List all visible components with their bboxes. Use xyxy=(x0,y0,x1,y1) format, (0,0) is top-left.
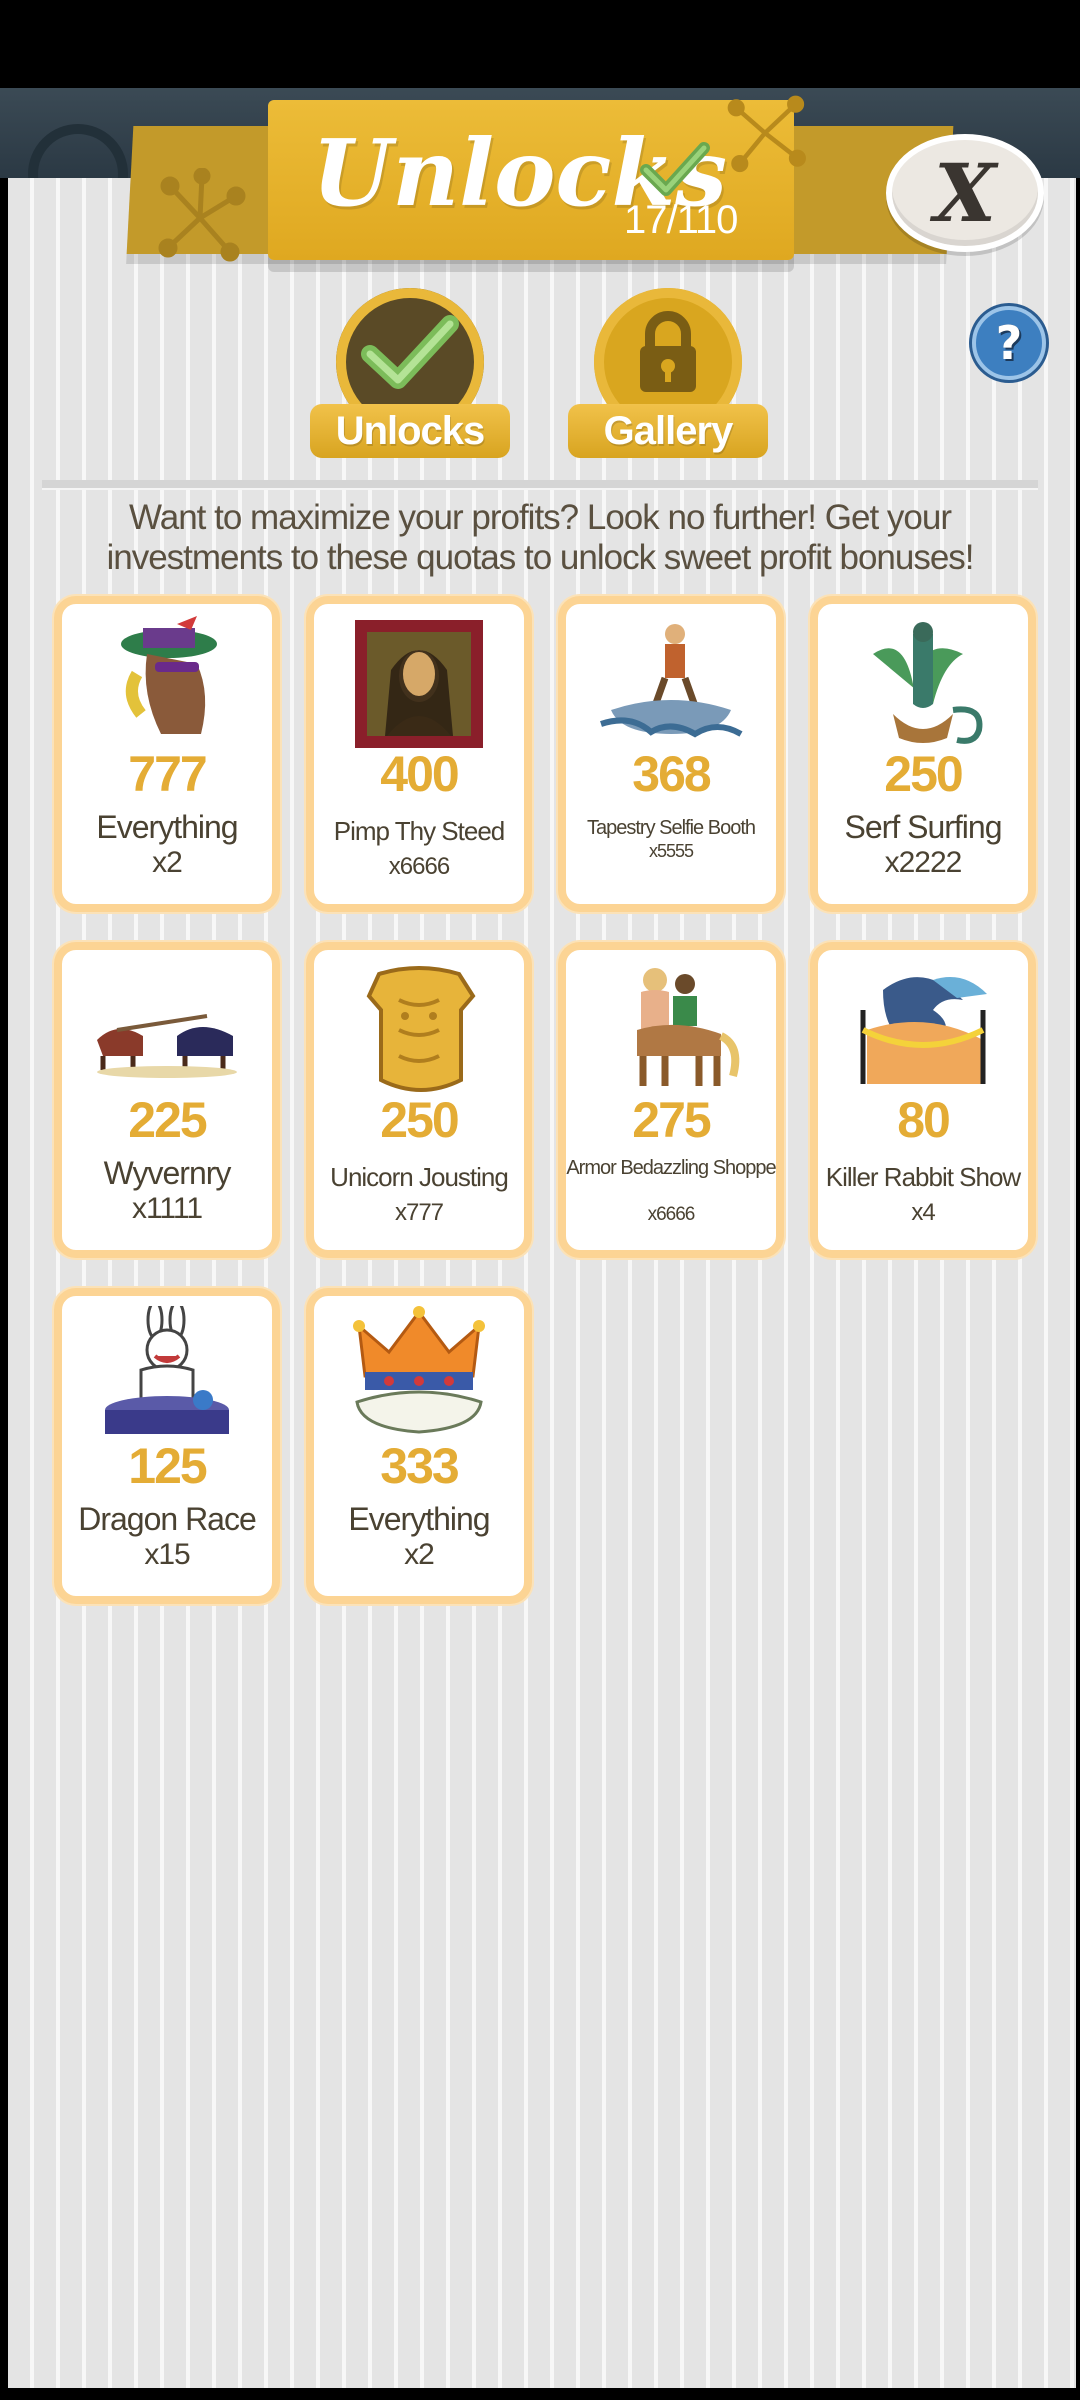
unlock-card[interactable]: 80 Killer Rabbit Show x4 xyxy=(810,942,1036,1258)
unlock-threshold: 333 xyxy=(380,1438,459,1494)
unlock-multiplier: x1111 xyxy=(131,1192,203,1225)
armor-art xyxy=(366,966,476,1092)
unlock-card[interactable]: 250 Unicorn Jousting x777 xyxy=(306,942,532,1258)
dragon-start-art xyxy=(860,977,987,1084)
unlock-name: Killer Rabbit Show xyxy=(825,1162,1021,1192)
unlock-count: 17/110 xyxy=(624,198,738,242)
lock-icon xyxy=(640,311,696,392)
unlock-name: Pimp Thy Steed xyxy=(333,816,506,846)
close-button[interactable]: X xyxy=(886,134,1044,252)
unlock-multiplier: x6666 xyxy=(388,853,450,880)
unlock-threshold: 400 xyxy=(380,746,459,802)
unlock-threshold: 250 xyxy=(380,1092,459,1148)
unlock-name: Tapestry Selfie Booth xyxy=(587,817,756,839)
starburst-icon xyxy=(158,168,246,262)
help-icon: ? xyxy=(995,316,1023,370)
unlock-multiplier: x2 xyxy=(404,1538,435,1571)
unlock-card[interactable]: 225 Wyvernry x1111 xyxy=(54,942,280,1258)
rabbit-podium-art xyxy=(105,1306,229,1434)
starburst-icon xyxy=(727,95,806,173)
unlock-threshold: 368 xyxy=(632,746,711,802)
crown-art xyxy=(353,1306,485,1434)
unlock-threshold: 125 xyxy=(128,1438,207,1494)
close-icon: X xyxy=(933,146,997,240)
unlock-card[interactable]: 125 Dragon Race x15 xyxy=(54,1288,280,1604)
unlock-name: Everything xyxy=(96,809,238,845)
unlock-multiplier: x15 xyxy=(144,1538,190,1571)
unlock-name: Everything xyxy=(348,1501,490,1537)
unlock-threshold: 777 xyxy=(128,746,207,802)
status-bar xyxy=(0,0,1080,88)
check-icon xyxy=(361,315,459,389)
help-button[interactable]: ? xyxy=(972,306,1046,380)
divider xyxy=(42,480,1038,490)
serf-surf-art xyxy=(600,624,743,738)
unlock-card[interactable]: 400 Pimp Thy Steed x6666 xyxy=(306,596,532,912)
centaur-art xyxy=(637,968,740,1086)
unlock-multiplier: x5555 xyxy=(648,841,694,861)
unlock-name: Dragon Race xyxy=(78,1501,257,1537)
unlock-threshold: 225 xyxy=(128,1092,207,1148)
unlock-name: Unicorn Jousting xyxy=(330,1162,509,1192)
unlock-multiplier: x2 xyxy=(152,846,183,879)
mona-lisa-art xyxy=(355,620,483,748)
unlock-name: Wyvernry xyxy=(103,1155,232,1191)
intro-text: Want to maximize your profits? Look no f… xyxy=(106,498,974,577)
unlock-threshold: 80 xyxy=(897,1092,951,1148)
unlock-name: Armor Bedazzling Shoppe xyxy=(566,1157,776,1179)
jousting-art xyxy=(97,1014,237,1078)
horse-hat-art xyxy=(121,616,217,734)
tab-gallery-label: Gallery xyxy=(568,404,768,458)
tab-unlocks-label: Unlocks xyxy=(310,404,510,458)
unlock-card[interactable]: 368 Tapestry Selfie Booth x5555 xyxy=(558,596,784,912)
tab-unlocks[interactable]: Unlocks xyxy=(310,288,510,458)
wyvern-art xyxy=(873,622,983,744)
unlock-card[interactable]: 333 Everything x2 xyxy=(306,1288,532,1604)
unlock-multiplier: x6666 xyxy=(647,1204,696,1225)
unlock-card[interactable]: 275 Armor Bedazzling Shoppe x6666 xyxy=(558,942,784,1258)
unlock-name: Serf Surfing xyxy=(844,809,1003,845)
unlock-multiplier: x2222 xyxy=(884,846,963,879)
unlock-threshold: 275 xyxy=(632,1092,711,1148)
tab-gallery[interactable]: Gallery xyxy=(568,288,768,458)
unlock-multiplier: x4 xyxy=(911,1199,935,1226)
unlock-card[interactable]: 250 Serf Surfing x2222 xyxy=(810,596,1036,912)
unlock-threshold: 250 xyxy=(884,746,963,802)
check-icon xyxy=(640,142,710,196)
unlock-multiplier: x777 xyxy=(394,1199,444,1226)
unlock-card[interactable]: 777 Everything x2 xyxy=(54,596,280,912)
